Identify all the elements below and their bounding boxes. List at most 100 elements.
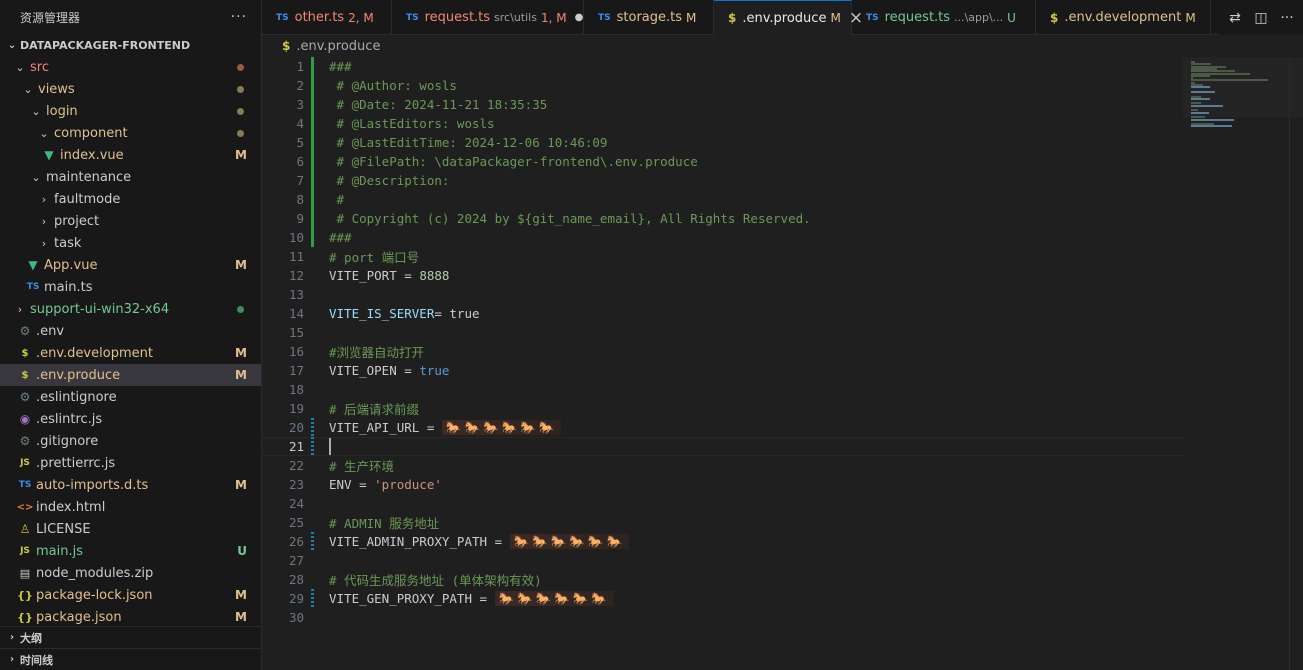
tree-item-label: node_modules.zip [36, 565, 154, 581]
tree-item-label: package.json [36, 609, 122, 625]
more-icon[interactable]: ··· [231, 9, 247, 25]
more-actions-icon[interactable]: ··· [1279, 10, 1295, 26]
html-file-icon: <> [16, 501, 34, 513]
tab-git-status: M [1185, 10, 1196, 25]
chevron-right-icon[interactable]: › [36, 193, 52, 206]
chevron-right-icon[interactable]: › [12, 303, 28, 316]
license-file-icon: ♙ [19, 522, 31, 536]
tree-item[interactable]: $ .env.produce M [0, 364, 261, 386]
diff-gutter-mark [311, 608, 314, 627]
tree-item[interactable]: {} package.json M [0, 606, 261, 628]
tab-description: ...\app\... [954, 11, 1004, 24]
editor-tab[interactable]: TS request.ts ...\app\... U [852, 0, 1036, 35]
tree-item-label: .env.development [36, 345, 153, 361]
tree-item-label: main.js [36, 543, 83, 559]
tree-item[interactable]: JS .prettierrc.js [0, 452, 261, 474]
code-line: 15 [262, 323, 1184, 342]
compare-changes-icon[interactable]: ⇄ [1227, 10, 1243, 26]
line-number: 2 [296, 78, 304, 93]
editor-tab[interactable]: $ .env.development M [1036, 0, 1211, 35]
code-editor[interactable]: 1 ### 2 # @Author: wosls 3 # @Date: 2024-11… [262, 57, 1303, 670]
line-number: 14 [288, 306, 304, 321]
eslint-file-icon: ◉ [19, 412, 31, 426]
tree-item[interactable]: ⌄ src [0, 56, 261, 78]
chevron-down-icon[interactable]: ⌄ [28, 171, 44, 184]
code-token: VITE_ADMIN_PROXY_PATH = [329, 533, 510, 549]
panel-header[interactable]: › 时间线 [0, 648, 261, 670]
line-number: 18 [288, 382, 304, 397]
tree-item[interactable]: ⚙ .gitignore [0, 430, 261, 452]
unsaved-dot-icon[interactable]: ● [575, 12, 584, 23]
code-line: 27 [262, 551, 1184, 570]
editor-tab[interactable]: TS request.ts src\utils 1, M ● [392, 0, 584, 35]
tree-item[interactable]: ▤ node_modules.zip [0, 562, 261, 584]
line-number: 30 [288, 610, 304, 625]
tree-item-label: project [54, 213, 100, 229]
panel-header[interactable]: › 大纲 [0, 626, 261, 648]
code-token: # 后端请求前缀 [329, 402, 420, 417]
tree-item[interactable]: <> index.html [0, 496, 261, 518]
line-number: 26 [288, 534, 304, 549]
minimap[interactable] [1183, 57, 1303, 670]
diff-gutter-mark [311, 380, 314, 399]
split-editor-icon[interactable]: ◫ [1253, 10, 1269, 26]
tree-item[interactable]: ◉ .eslintrc.js [0, 408, 261, 430]
minimap-line [1191, 125, 1232, 128]
breadcrumb-file[interactable]: .env.produce [296, 39, 380, 54]
tree-item[interactable]: › faultmode [0, 188, 261, 210]
code-token: # @LastEditors: wosls [329, 116, 495, 131]
code-line: 20 VITE_API_URL = 🐎🐎🐎🐎🐎🐎 [262, 418, 1184, 437]
line-number: 29 [288, 591, 304, 606]
editor-tab[interactable]: TS other.ts 2, M [262, 0, 392, 35]
line-number: 1 [296, 59, 304, 74]
editor-tab[interactable]: TS storage.ts M [584, 0, 714, 35]
code-line: 8 # [262, 190, 1184, 209]
tree-item[interactable]: {} package-lock.json M [0, 584, 261, 606]
tree-item[interactable]: ⚙ .env [0, 320, 261, 342]
project-name: DATAPACKAGER-FRONTEND [20, 38, 191, 52]
project-root[interactable]: ⌄ DATAPACKAGER-FRONTEND [0, 34, 261, 56]
tree-item[interactable]: ▼ App.vue M [0, 254, 261, 276]
tree-item[interactable]: ⌄ maintenance [0, 166, 261, 188]
code-text: VITE_PORT = 8888 [314, 268, 449, 283]
code-line: 14 VITE_IS_SERVER= true [262, 304, 1184, 323]
tree-item[interactable]: › support-ui-win32-x64 [0, 298, 261, 320]
chevron-down-icon[interactable]: ⌄ [36, 127, 52, 140]
code-text: ENV = 'produce' [314, 477, 442, 492]
vertical-scrollbar[interactable] [1289, 57, 1303, 670]
code-text: # 后端请求前缀 [314, 399, 419, 418]
tree-item[interactable]: › project [0, 210, 261, 232]
tree-item[interactable]: ⚙ .eslintignore [0, 386, 261, 408]
code-line: 7 # @Description: [262, 171, 1184, 190]
line-number: 7 [296, 173, 304, 188]
tree-item[interactable]: $ .env.development M [0, 342, 261, 364]
tree-item[interactable]: ⌄ login [0, 100, 261, 122]
tab-git-status: 2, M [348, 10, 374, 25]
tree-item[interactable]: JS main.js U [0, 540, 261, 562]
code-line: 4 # @LastEditors: wosls [262, 114, 1184, 133]
line-number: 21 [288, 439, 304, 454]
line-number: 4 [296, 116, 304, 131]
tree-item[interactable]: › task [0, 232, 261, 254]
code-token: # 生产环境 [329, 459, 395, 474]
chevron-right-icon[interactable]: › [36, 215, 52, 228]
chevron-down-icon[interactable]: ⌄ [20, 83, 36, 96]
chevron-down-icon[interactable]: ⌄ [12, 61, 28, 74]
code-line: 23 ENV = 'produce' [262, 475, 1184, 494]
chevron-right-icon[interactable]: › [36, 237, 52, 250]
tree-item-label: .eslintrc.js [36, 411, 103, 427]
chevron-down-icon[interactable]: ⌄ [28, 105, 44, 118]
tab-description: src\utils [494, 11, 537, 24]
tree-item[interactable]: TS main.ts [0, 276, 261, 298]
tree-item[interactable]: ♙ LICENSE [0, 518, 261, 540]
tree-item[interactable]: TS auto-imports.d.ts M [0, 474, 261, 496]
tree-item[interactable]: ⌄ views [0, 78, 261, 100]
code-token: # [329, 192, 345, 207]
editor-actions: ⇄ ◫ ··· [1219, 0, 1303, 35]
tree-item[interactable]: ▼ index.vue M [0, 144, 261, 166]
editor-tab[interactable]: $ .env.produce M × [714, 0, 863, 35]
code-text: # @Description: [314, 173, 450, 188]
breadcrumb[interactable]: $ .env.produce [262, 35, 380, 57]
tree-item[interactable]: ⌄ component [0, 122, 261, 144]
tree-item-label: main.ts [44, 279, 93, 295]
